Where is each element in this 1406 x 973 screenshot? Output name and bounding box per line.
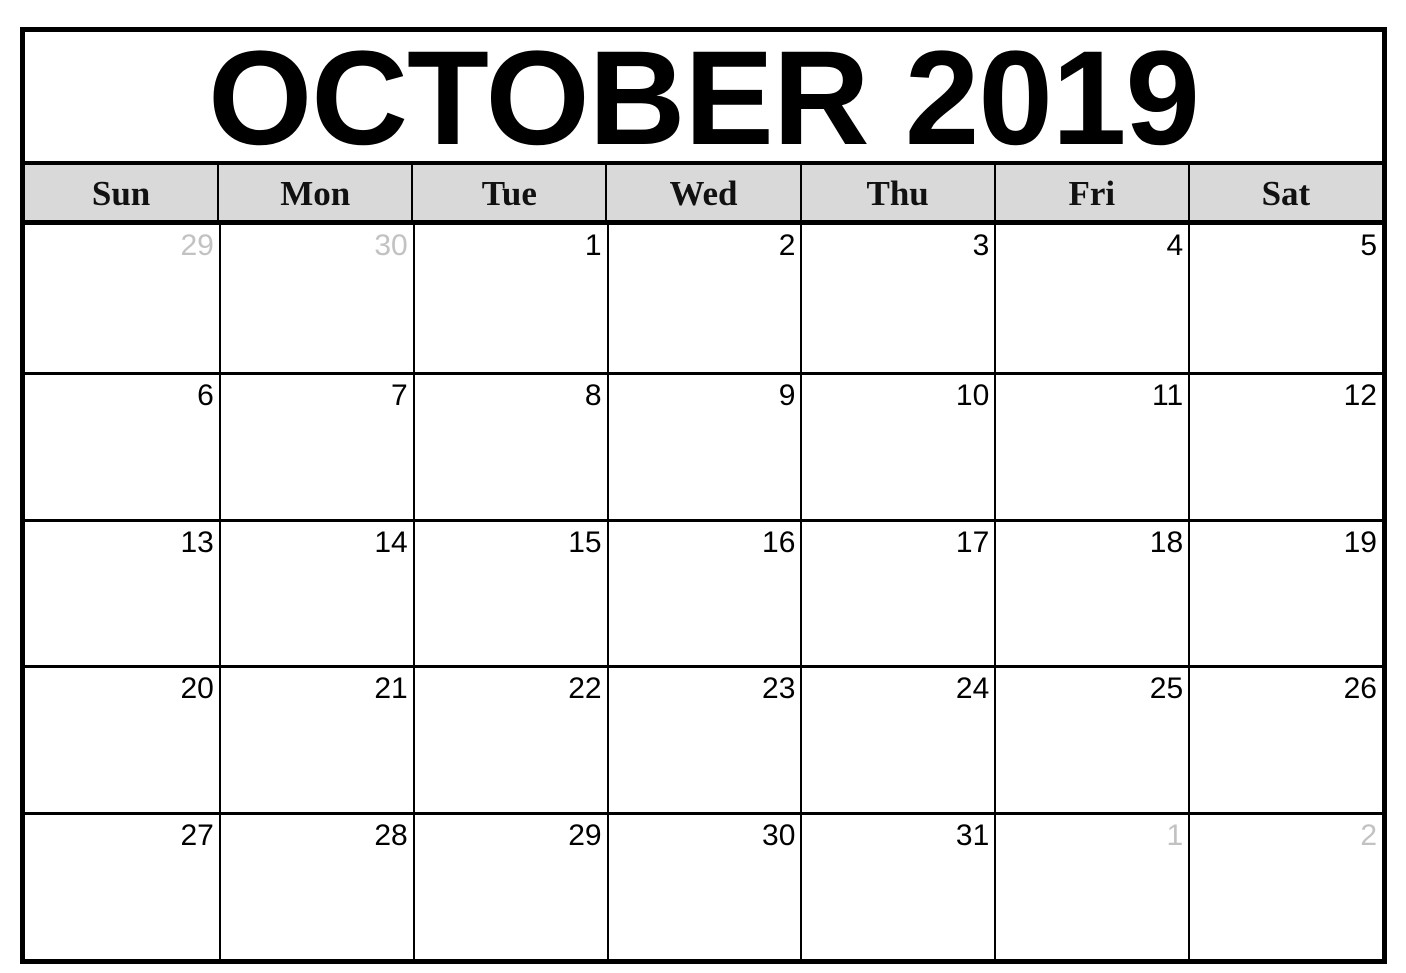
weekday-header-fri: Fri [993,165,1188,220]
day-cell-other-month[interactable]: 1 [994,812,1189,959]
day-cell[interactable]: 15 [412,518,607,666]
day-cell[interactable]: 18 [994,518,1189,666]
day-number: 30 [374,229,408,262]
day-number: 11 [1151,378,1184,412]
day-cell[interactable]: 31 [800,812,995,959]
weekday-header-sun: Sun [91,173,151,213]
day-number: 31 [955,819,990,853]
day-number: 15 [568,525,602,559]
weekday-header-mon: Mon [217,165,411,220]
day-number: 16 [762,525,796,559]
day-cell[interactable]: 14 [218,518,413,666]
day-number: 23 [762,672,796,706]
day-cell[interactable]: 19 [1188,518,1382,666]
day-number: 28 [374,819,408,853]
day-number: 20 [180,672,214,706]
weekday-header-sat: Sat [1187,165,1382,220]
day-cell[interactable]: 21 [218,665,413,813]
calendar-title: OCTOBER 2019 [208,23,1200,173]
weekday-header-tue: Tue [411,165,605,220]
day-number: 9 [778,378,796,412]
day-cell[interactable]: 13 [25,518,219,666]
day-cell[interactable]: 25 [994,665,1189,813]
day-number: 19 [1343,525,1377,559]
day-number: 5 [1360,229,1377,262]
day-number: 13 [180,525,214,559]
day-number: 24 [955,672,990,706]
day-cell[interactable]: 20 [25,665,219,812]
day-cell[interactable]: 28 [218,812,413,959]
day-cell[interactable]: 11 [994,371,1189,519]
day-number: 6 [197,378,214,412]
day-cell[interactable]: 6 [25,371,219,519]
day-number: 29 [180,229,214,262]
day-cell-other-month[interactable]: 30 [218,225,413,372]
calendar-day-grid: 29 30 1 2 3 4 5 6 7 8 9 10 11 12 13 14 15 16 17 18 19 20 21 22 2… [25,225,1382,959]
day-cell-other-month[interactable]: 29 [25,225,219,372]
day-cell[interactable]: 1 [412,225,607,372]
day-cell-other-month[interactable]: 2 [1188,812,1382,959]
day-number: 18 [1149,525,1184,559]
day-cell[interactable]: 23 [606,665,801,813]
day-cell[interactable]: 26 [1188,665,1382,813]
day-number: 7 [391,378,408,412]
day-cell[interactable]: 3 [800,225,994,372]
day-number: 22 [568,672,602,706]
day-number: 26 [1343,672,1377,706]
day-number: 4 [1166,229,1184,262]
day-cell[interactable]: 9 [606,371,801,519]
day-number: 8 [584,378,602,412]
day-cell[interactable]: 7 [218,371,413,519]
day-cell[interactable]: 27 [25,812,219,959]
day-number: 30 [762,819,796,853]
weekday-header-row: Sun Mon Tue Wed Thu Fri Sat [25,161,1382,225]
day-number: 2 [778,229,796,262]
calendar-frame: OCTOBER 2019 Sun Mon Tue Wed Thu Fri Sat… [20,27,1387,964]
day-cell[interactable]: 30 [606,812,801,959]
day-cell[interactable]: 22 [412,665,607,813]
day-number: 2 [1360,819,1377,853]
day-cell[interactable]: 10 [800,371,995,519]
day-cell[interactable]: 17 [800,518,995,666]
day-number: 27 [180,819,214,853]
day-cell[interactable]: 4 [994,225,1188,372]
day-number: 3 [972,229,990,262]
day-cell[interactable]: 2 [606,225,801,372]
day-cell[interactable]: 12 [1188,371,1382,519]
day-number: 25 [1149,672,1184,706]
day-cell[interactable]: 5 [1188,225,1382,372]
day-number: 21 [374,672,408,706]
weekday-header-wed: Wed [605,165,799,220]
weekday-header-thu: Thu [799,165,994,220]
day-number: 10 [955,378,990,412]
day-number: 12 [1343,378,1377,412]
day-cell[interactable]: 29 [412,812,607,959]
day-cell[interactable]: 8 [412,371,607,519]
day-number: 29 [568,819,602,853]
day-number: 1 [1166,819,1184,853]
day-number: 1 [584,229,602,262]
day-number: 17 [955,525,990,559]
day-number: 14 [374,525,408,559]
day-cell[interactable]: 24 [800,665,995,813]
day-cell[interactable]: 16 [606,518,801,666]
